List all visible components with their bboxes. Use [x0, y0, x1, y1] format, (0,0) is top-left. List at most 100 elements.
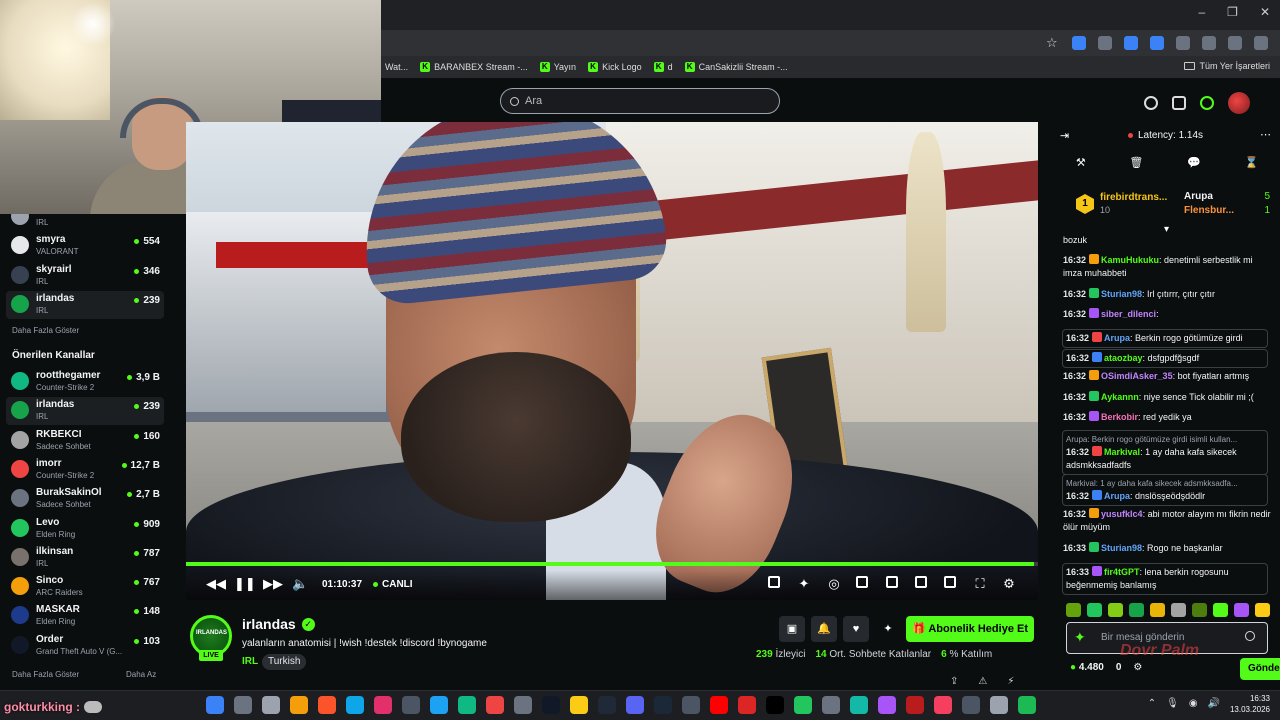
bookmark-star-icon[interactable]: ☆ [1046, 36, 1060, 50]
hourglass-icon[interactable]: ⌛ [1244, 156, 1258, 176]
message-username[interactable]: Sturian98 [1101, 543, 1142, 553]
copilot-icon[interactable] [878, 696, 896, 714]
speed-icon[interactable]: ◎ [826, 576, 842, 592]
emote-icon[interactable] [1129, 603, 1144, 617]
taskbar-clock[interactable]: 16:33 13.03.2026 [1230, 693, 1270, 715]
chat-message[interactable]: Markival: 1 ay daha kafa sikecek adsmkks… [1062, 474, 1268, 506]
maximize-button[interactable]: ❐ [1227, 5, 1238, 19]
extension-icon[interactable] [1124, 36, 1138, 50]
notification-bell-button[interactable]: 🔔 [811, 616, 837, 642]
sidebar-channel-item[interactable]: smyra VALORANT 554 [6, 232, 164, 260]
sparkle-icon[interactable]: ✦ [796, 576, 812, 592]
sparkle-button[interactable]: ✦ [875, 616, 901, 642]
clip-icon[interactable] [766, 576, 782, 592]
show-less-link[interactable]: Daha Az [126, 670, 156, 679]
trash-icon[interactable]: 🗑 [1129, 156, 1143, 176]
sidebar-channel-item[interactable]: Order Grand Theft Auto V (G... 103 [6, 632, 164, 660]
chat-menu-icon[interactable]: ⋯ [1260, 128, 1271, 141]
chat-message[interactable]: 16:32 OSimdiAsker_35: bot fiyatları artmı… [1063, 370, 1271, 383]
message-username[interactable]: Aykannn [1101, 392, 1139, 402]
chrome-icon[interactable] [794, 696, 812, 714]
profile-icon[interactable] [1228, 36, 1242, 50]
sidebar-channel-item[interactable]: irlandas IRL 239 [6, 397, 164, 426]
bookmark-item[interactable]: K Yayın [539, 62, 576, 72]
clip-button[interactable]: ▣ [779, 616, 805, 642]
share-icon[interactable]: ⇪ [950, 676, 958, 687]
channel-name[interactable]: irlandas ✓ [242, 616, 315, 632]
snapchat-icon[interactable] [570, 696, 588, 714]
sidebar-channel-item[interactable]: MASKAR Elden Ring 148 [6, 602, 164, 630]
chat-message[interactable]: 16:32 ataozbay: dsfgpdfğsgdf [1062, 349, 1268, 368]
sidebar-channel-item[interactable]: rootthegamer Counter-Strike 2 3,9 B [6, 368, 164, 396]
app-icon[interactable] [962, 696, 980, 714]
send-button[interactable]: Gönder [1240, 658, 1280, 680]
mute-icon[interactable]: ⚡ [1007, 676, 1014, 687]
discord-icon[interactable] [626, 696, 644, 714]
bookmark-item[interactable]: Wat... [385, 62, 408, 72]
rewind-icon[interactable]: ◀◀ [206, 576, 226, 592]
app-icon[interactable] [850, 696, 868, 714]
pip-icon[interactable] [884, 576, 900, 592]
instagram-icon[interactable] [374, 696, 392, 714]
hammer-icon[interactable]: ⚒ [1076, 156, 1086, 176]
emote-icon[interactable] [1213, 603, 1228, 617]
message-username[interactable]: yusufklc4 [1101, 509, 1143, 519]
kebab-menu-icon[interactable] [1254, 36, 1268, 50]
microphone-icon[interactable]: 🎙 [1166, 698, 1179, 709]
chat-message[interactable]: Arupa: Berkin rogo götümüze girdi isimli… [1062, 430, 1268, 475]
forward-icon[interactable]: ▶▶ [263, 576, 283, 592]
sparkle-icon[interactable]: ✦ [1074, 629, 1086, 646]
emote-icon[interactable] [1066, 603, 1081, 617]
user-avatar[interactable] [1228, 92, 1250, 114]
chat-message[interactable]: 16:32 Aykannn: niye sence Tick olabilir m… [1063, 391, 1271, 404]
brave-icon[interactable] [318, 696, 336, 714]
stats-icon[interactable] [854, 576, 870, 592]
message-username[interactable]: OSimdiAsker_35 [1101, 371, 1173, 381]
sidebar-channel-item[interactable]: RKBEKCI Sadece Sohbet 160 [6, 427, 164, 455]
chat-message[interactable]: 16:32 siber_dilenci: [1063, 308, 1271, 321]
puzzle-icon[interactable] [1176, 36, 1190, 50]
theater-icon[interactable] [942, 576, 958, 592]
twitter-icon[interactable] [430, 696, 448, 714]
chat-message[interactable]: 16:32 yusufklc4: abi motor alayım mı fikr… [1063, 508, 1271, 534]
app-icon[interactable] [682, 696, 700, 714]
bookmark-item[interactable]: K Kick Logo [588, 62, 642, 72]
search-input[interactable]: Ara [500, 88, 780, 114]
sidebar-channel-item[interactable]: imorr Counter-Strike 2 12,7 B [6, 456, 164, 484]
kick-coin-icon[interactable] [1200, 96, 1214, 110]
emote-icon[interactable] [1255, 603, 1270, 617]
yandex-icon[interactable] [934, 696, 952, 714]
chat-message[interactable]: 16:32 Berkobir: red yedik ya [1063, 411, 1271, 424]
sidebar-channel-item[interactable]: ilkinsan IRL 787 [6, 544, 164, 572]
opera-icon[interactable] [738, 696, 756, 714]
chat-message[interactable]: 16:32 Sturian98: Irl çıtırrr, çıtır çıtır [1063, 288, 1271, 301]
show-more-link[interactable]: Daha Fazla Göster [12, 326, 79, 335]
message-username[interactable]: ataozbay [1104, 353, 1143, 363]
app-icon[interactable] [990, 696, 1008, 714]
gift-subscription-button[interactable]: 🎁 Abonelik Hediye Et [906, 616, 1034, 642]
pause-icon[interactable]: ❚❚ [234, 576, 256, 592]
steam-icon[interactable] [654, 696, 672, 714]
show-more-link[interactable]: Daha Fazla Göster [12, 670, 79, 679]
gifter-name[interactable]: Arupa [1184, 191, 1213, 202]
chat-message[interactable]: bozuk [1063, 234, 1271, 247]
chat-message[interactable]: 16:32 Arupa: Berkin rogo götümüze girdi [1062, 329, 1268, 348]
emote-icon[interactable] [1192, 603, 1207, 617]
emoji-picker-icon[interactable] [1245, 631, 1255, 641]
language-tag[interactable]: Turkish [262, 654, 307, 670]
chevron-up-icon[interactable]: ⌃ [1148, 698, 1156, 709]
emote-icon[interactable] [1087, 603, 1102, 617]
app-icon[interactable] [486, 696, 504, 714]
sidebar-channel-item[interactable]: Sinco ARC Raiders 767 [6, 573, 164, 601]
network-icon[interactable]: ◉ [1189, 698, 1198, 709]
progress-bar[interactable] [186, 562, 1038, 566]
playlist-icon[interactable] [1202, 36, 1216, 50]
chat-message[interactable]: 16:33 fir4tGPT: lena berkin rogosunu beğe… [1062, 563, 1268, 595]
follow-heart-button[interactable]: ♥ [843, 616, 869, 642]
chat-message[interactable]: 16:32 KamuHukuku: denetimli serbestlik mi… [1063, 254, 1271, 280]
message-username[interactable]: Berkobir [1101, 412, 1138, 422]
app-icon[interactable] [598, 696, 616, 714]
gift-counter[interactable]: 0 [1116, 662, 1122, 673]
top-gifter-name[interactable]: firebirdtrans... [1100, 192, 1167, 203]
message-username[interactable]: Arupa [1104, 333, 1130, 343]
